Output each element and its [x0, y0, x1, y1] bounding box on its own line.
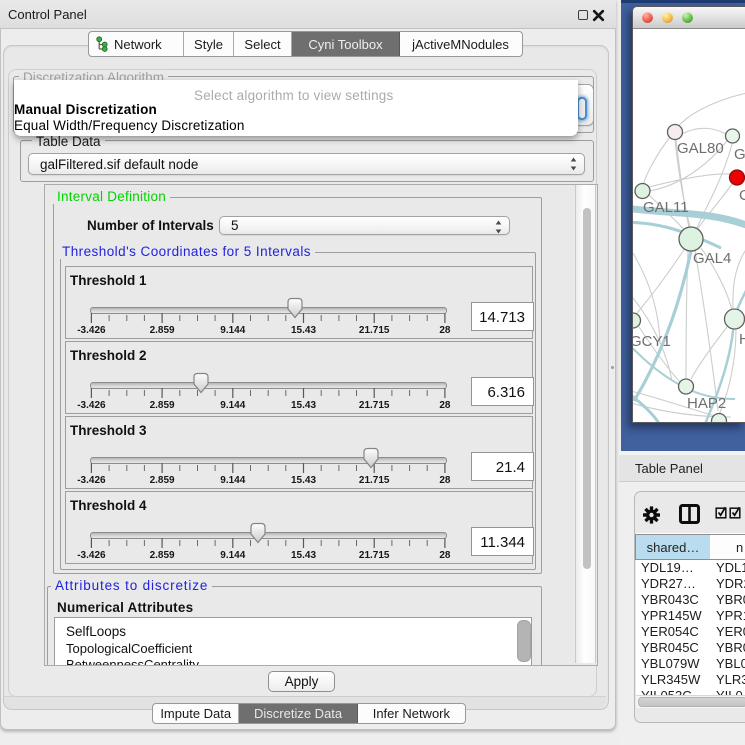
svg-text:GAL80: GAL80: [677, 140, 724, 157]
svg-text:HAP2: HAP2: [687, 395, 726, 412]
svg-text:H: H: [739, 331, 745, 348]
svg-text:G: G: [734, 146, 745, 163]
svg-text:GCY1: GCY1: [633, 333, 671, 350]
svg-text:GAL11: GAL11: [643, 199, 689, 216]
svg-text:GAL4: GAL4: [693, 250, 731, 267]
svg-text:C: C: [739, 187, 745, 204]
